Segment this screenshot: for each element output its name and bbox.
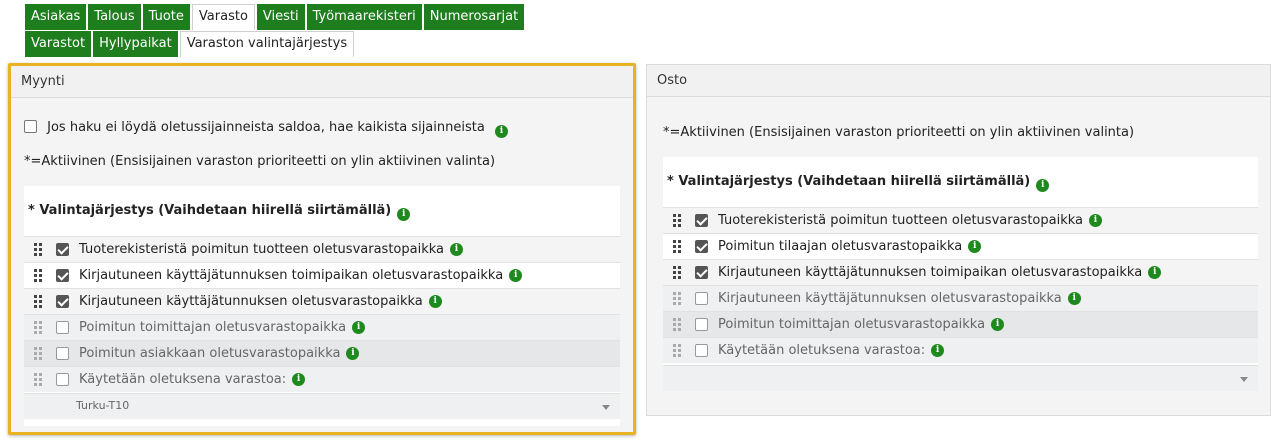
item-checkbox[interactable] <box>695 344 708 357</box>
drag-handle-icon[interactable] <box>34 320 44 335</box>
tab-tyomaarekisteri[interactable]: Työmaarekisteri <box>306 4 422 30</box>
item-checkbox[interactable] <box>695 214 708 227</box>
info-icon[interactable]: i <box>1036 179 1050 192</box>
info-icon[interactable]: i <box>968 240 982 253</box>
list-item-label: Poimitun toimittajan oletusvarastopaikka <box>79 319 347 335</box>
drag-handle-icon[interactable] <box>673 239 683 254</box>
tab-varastot[interactable]: Varastot <box>25 31 92 57</box>
item-checkbox[interactable] <box>56 295 69 308</box>
list-item[interactable]: Käytetään oletuksena varastoa: i <box>24 366 620 392</box>
list-item[interactable]: Kirjautuneen käyttäjätunnuksen toimipaik… <box>24 262 620 288</box>
item-checkbox[interactable] <box>56 243 69 256</box>
osto-panel: Osto *=Aktiivinen (Ensisijainen varaston… <box>646 64 1271 416</box>
drag-handle-icon[interactable] <box>34 346 44 361</box>
osto-order-title: * Valintajärjestys (Vaihdetaan hiirellä … <box>667 174 1031 189</box>
list-item[interactable]: Käytetään oletuksena varastoa: i <box>663 337 1258 363</box>
info-icon[interactable]: i <box>346 347 360 360</box>
tab-varaston-valintajarjestys[interactable]: Varaston valintajärjestys <box>179 31 355 57</box>
drag-handle-icon[interactable] <box>673 265 683 280</box>
osto-default-warehouse-select[interactable] <box>663 365 1258 391</box>
item-checkbox[interactable] <box>695 240 708 253</box>
tab-tuote[interactable]: Tuote <box>142 4 190 30</box>
list-item[interactable]: Poimitun asiakkaan oletusvarastopaikka i <box>24 340 620 366</box>
list-item-label: Poimitun asiakkaan oletusvarastopaikka <box>79 345 341 361</box>
item-checkbox[interactable] <box>56 373 69 386</box>
list-item-label: Kirjautuneen käyttäjätunnuksen toimipaik… <box>79 267 504 283</box>
list-item-label: Kirjautuneen käyttäjätunnuksen oletusvar… <box>79 293 423 309</box>
tab-viesti[interactable]: Viesti <box>256 4 305 30</box>
info-icon[interactable]: i <box>931 344 945 357</box>
osto-panel-title: Osto <box>647 65 1270 97</box>
info-icon[interactable]: i <box>292 373 306 386</box>
list-item-label: Poimitun tilaajan oletusvarastopaikka <box>718 238 963 254</box>
drag-handle-icon[interactable] <box>673 291 683 306</box>
myynti-panel-title: Myynti <box>11 66 633 98</box>
tab-asiakas[interactable]: Asiakas <box>25 4 87 30</box>
list-item-label: Tuoterekisteristä poimitun tuotteen olet… <box>79 241 444 257</box>
item-checkbox[interactable] <box>56 347 69 360</box>
item-checkbox[interactable] <box>695 266 708 279</box>
list-item-label: Kirjautuneen käyttäjätunnuksen toimipaik… <box>718 264 1143 280</box>
info-icon[interactable]: i <box>494 125 508 138</box>
list-item-label: Käytetään oletuksena varastoa: <box>79 371 287 387</box>
list-item[interactable]: Poimitun toimittajan oletusvarastopaikka… <box>663 311 1258 337</box>
list-item-label: Kirjautuneen käyttäjätunnuksen oletusvar… <box>718 290 1062 306</box>
myynti-order-list: * Valintajärjestys (Vaihdetaan hiirellä … <box>24 186 620 426</box>
info-icon[interactable]: i <box>428 295 442 308</box>
info-icon[interactable]: i <box>1067 292 1081 305</box>
tab-talous[interactable]: Talous <box>88 4 141 30</box>
fallback-search-label: Jos haku ei löydä oletussijainneista sal… <box>47 120 485 135</box>
item-checkbox[interactable] <box>695 318 708 331</box>
myynti-order-title: * Valintajärjestys (Vaihdetaan hiirellä … <box>28 203 392 218</box>
tab-hyllypaikat[interactable]: Hyllypaikat <box>93 31 178 57</box>
item-checkbox[interactable] <box>695 292 708 305</box>
fallback-search-option[interactable]: Jos haku ei löydä oletussijainneista sal… <box>24 120 508 138</box>
list-item[interactable]: Kirjautuneen käyttäjätunnuksen oletusvar… <box>663 285 1258 311</box>
drag-handle-icon[interactable] <box>34 294 44 309</box>
drag-handle-icon[interactable] <box>34 372 44 387</box>
info-icon[interactable]: i <box>991 318 1005 331</box>
fallback-search-checkbox[interactable] <box>24 120 37 133</box>
tab-varasto[interactable]: Varasto <box>191 4 255 30</box>
osto-active-note: *=Aktiivinen (Ensisijainen varaston prio… <box>663 125 1135 140</box>
info-icon[interactable]: i <box>397 208 411 221</box>
tab-numerosarjat[interactable]: Numerosarjat <box>423 4 525 30</box>
list-item[interactable]: Poimitun tilaajan oletusvarastopaikka i <box>663 233 1258 259</box>
drag-handle-icon[interactable] <box>34 268 44 283</box>
drag-handle-icon[interactable] <box>673 343 683 358</box>
item-checkbox[interactable] <box>56 321 69 334</box>
list-item[interactable]: Kirjautuneen käyttäjätunnuksen oletusvar… <box>24 288 620 314</box>
info-icon[interactable]: i <box>1089 214 1102 227</box>
list-item[interactable]: Poimitun toimittajan oletusvarastopaikka… <box>24 314 620 340</box>
chevron-down-icon <box>1240 377 1248 382</box>
default-warehouse-value: Turku-T10 <box>76 399 130 412</box>
sub-nav: Varastot Hyllypaikat Varaston valintajär… <box>25 31 356 57</box>
info-icon[interactable]: i <box>450 243 463 256</box>
list-item-label: Tuoterekisteristä poimitun tuotteen olet… <box>718 212 1083 228</box>
info-icon[interactable]: i <box>352 321 366 334</box>
myynti-default-warehouse-select[interactable]: Turku-T10 <box>24 393 620 419</box>
drag-handle-icon[interactable] <box>673 317 683 332</box>
item-checkbox[interactable] <box>56 269 69 282</box>
myynti-panel: Myynti Jos haku ei löydä oletussijainnei… <box>8 63 636 435</box>
info-icon[interactable]: i <box>509 269 523 282</box>
myynti-active-note: *=Aktiivinen (Ensisijainen varaston prio… <box>24 154 496 169</box>
list-item[interactable]: Tuoterekisteristä poimitun tuotteen olet… <box>663 207 1258 233</box>
list-item[interactable]: Kirjautuneen käyttäjätunnuksen toimipaik… <box>663 259 1258 285</box>
info-icon[interactable]: i <box>1148 266 1162 279</box>
main-nav: Asiakas Talous Tuote Varasto Viesti Työm… <box>25 4 526 30</box>
osto-order-list: * Valintajärjestys (Vaihdetaan hiirellä … <box>663 157 1258 387</box>
list-item[interactable]: Tuoterekisteristä poimitun tuotteen olet… <box>24 236 620 262</box>
drag-handle-icon[interactable] <box>34 242 44 257</box>
list-item-label: Poimitun toimittajan oletusvarastopaikka <box>718 316 986 332</box>
list-item-label: Käytetään oletuksena varastoa: <box>718 342 926 358</box>
chevron-down-icon <box>602 405 610 410</box>
drag-handle-icon[interactable] <box>673 213 683 228</box>
